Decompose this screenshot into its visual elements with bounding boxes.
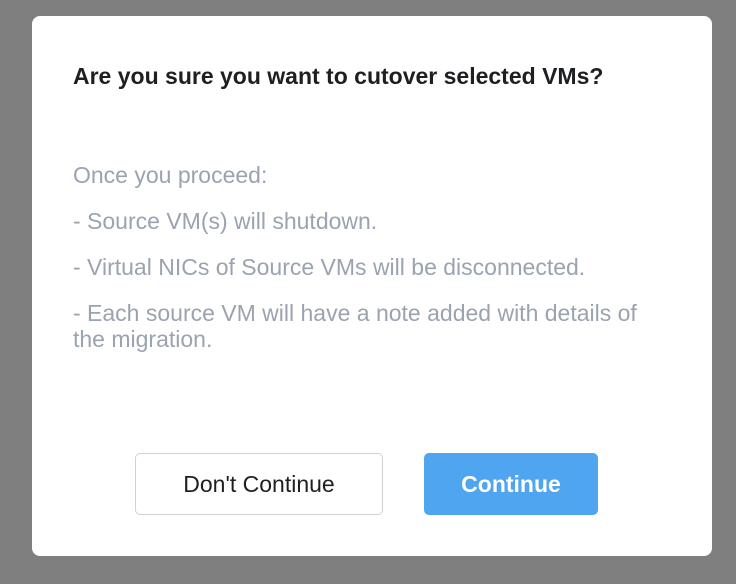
dont-continue-button[interactable]: Don't Continue bbox=[135, 453, 383, 515]
dialog-body: Once you proceed: - Source VM(s) will sh… bbox=[73, 162, 673, 372]
dialog-title: Are you sure you want to cutover selecte… bbox=[73, 63, 604, 89]
dialog-body-intro: Once you proceed: bbox=[73, 162, 268, 188]
continue-button[interactable]: Continue bbox=[424, 453, 598, 515]
dialog-body-item-nics: - Virtual NICs of Source VMs will be dis… bbox=[73, 254, 586, 280]
dialog-body-item-note: - Each source VM will have a note added … bbox=[73, 300, 637, 352]
dialog-body-item-shutdown: - Source VM(s) will shutdown. bbox=[73, 208, 378, 234]
cutover-confirm-dialog: Are you sure you want to cutover selecte… bbox=[32, 16, 712, 556]
